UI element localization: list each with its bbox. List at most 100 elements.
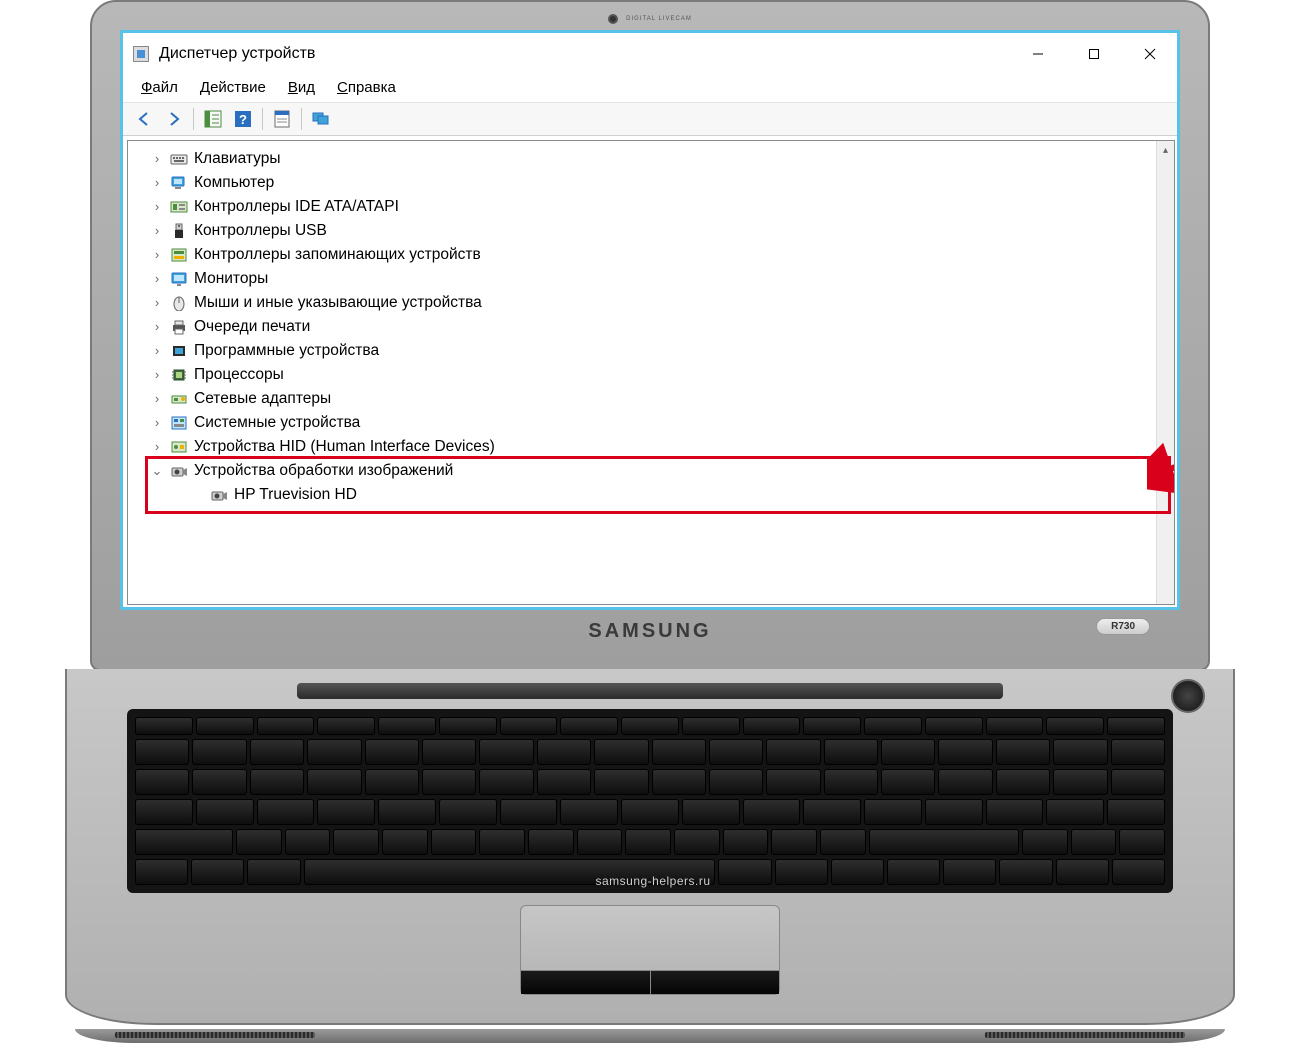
laptop-base — [65, 669, 1235, 1025]
svg-text:?: ? — [239, 112, 247, 127]
laptop-screen: Диспетчер устройств Файл Действие Вид — [120, 30, 1180, 610]
tree-node-label: Устройства HID (Human Interface Devices) — [194, 435, 495, 459]
tree-node-label: Сетевые адаптеры — [194, 387, 331, 411]
cpu-icon — [170, 367, 188, 383]
laptop-keyboard — [127, 709, 1173, 893]
tree-node-label: Компьютер — [194, 171, 274, 195]
chevron-right-icon[interactable]: › — [150, 437, 164, 457]
monitor-icon — [170, 271, 188, 287]
webcam-camera-icon — [608, 14, 618, 24]
chevron-right-icon[interactable]: › — [150, 389, 164, 409]
network-icon — [170, 391, 188, 407]
chevron-right-icon[interactable]: › — [150, 221, 164, 241]
mouse-icon — [170, 295, 188, 311]
hid-icon — [170, 439, 188, 455]
chevron-down-icon[interactable]: ⌄ — [150, 461, 164, 481]
tree-node[interactable]: › Системные устройства — [150, 411, 1156, 435]
chevron-right-icon[interactable]: › — [150, 293, 164, 313]
tree-node-label: Очереди печати — [194, 315, 310, 339]
camera-icon — [170, 463, 188, 479]
tree-node[interactable]: › Контроллеры USB — [150, 219, 1156, 243]
tree-node-label: Контроллеры IDE ATA/ATAPI — [194, 195, 399, 219]
tree-node[interactable]: ⌄ Устройства обработки изображений — [150, 459, 1156, 483]
window-title: Диспетчер устройств — [159, 45, 1005, 63]
chevron-right-icon[interactable]: › — [150, 149, 164, 169]
chevron-right-icon[interactable]: › — [150, 173, 164, 193]
device-manager-icon — [133, 46, 149, 62]
tree-node[interactable]: › Очереди печати — [150, 315, 1156, 339]
laptop-front-edge — [75, 1029, 1225, 1043]
tree-node-label: Системные устройства — [194, 411, 360, 435]
system-icon — [170, 415, 188, 431]
laptop-model-badge: R730 — [1096, 618, 1150, 635]
titlebar[interactable]: Диспетчер устройств — [123, 33, 1177, 75]
tree-node[interactable]: ›Программные устройства — [150, 339, 1156, 363]
menu-view[interactable]: Вид — [278, 77, 325, 98]
chevron-right-icon[interactable]: › — [150, 317, 164, 337]
toolbar: ? — [123, 102, 1177, 136]
tree-node-label: Устройства обработки изображений — [194, 459, 453, 483]
webcam-label: DIGITAL LIVECAM — [626, 16, 692, 22]
tree-node-label: Мониторы — [194, 267, 268, 291]
toolbar-monitors-button[interactable] — [307, 106, 335, 132]
device-tree[interactable]: › Клавиатуры › Компьютер › Контроллеры IDE AT… — [128, 141, 1156, 604]
storage-icon — [170, 247, 188, 263]
tree-node[interactable]: › Контроллеры IDE ATA/ATAPI — [150, 195, 1156, 219]
tree-node-label: Контроллеры USB — [194, 219, 327, 243]
tree-node[interactable]: › Процессоры — [150, 363, 1156, 387]
scrollbar-vertical[interactable]: ▴ — [1156, 141, 1174, 604]
keyboard-icon — [170, 151, 188, 167]
toolbar-help-button[interactable]: ? — [229, 106, 257, 132]
computer-icon — [170, 175, 188, 191]
tree-node[interactable]: › Мыши и иные указывающие устройства — [150, 291, 1156, 315]
toolbar-separator — [193, 108, 194, 130]
tree-node[interactable]: › Компьютер — [150, 171, 1156, 195]
tree-node[interactable]: › Устройства HID (Human Interface Devices… — [150, 435, 1156, 459]
menubar: Файл Действие Вид Справка — [123, 75, 1177, 102]
chevron-right-icon[interactable]: › — [150, 245, 164, 265]
laptop-touchpad — [520, 905, 780, 995]
tree-node-label: Клавиатуры — [194, 147, 280, 171]
laptop-brand-bar: SAMSUNG R730 — [120, 610, 1180, 649]
laptop-lid: DIGITAL LIVECAM Диспетчер устройств — [90, 0, 1210, 671]
hinge-strip — [297, 683, 1003, 699]
tree-node-label: Мыши и иные указывающие устройства — [194, 291, 482, 315]
chevron-right-icon[interactable]: › — [150, 269, 164, 289]
tree-node[interactable]: › Сетевые адаптеры — [150, 387, 1156, 411]
device-manager-window: Диспетчер устройств Файл Действие Вид — [123, 33, 1177, 607]
speaker-grille-right — [985, 1032, 1185, 1038]
toolbar-forward-button[interactable] — [160, 106, 188, 132]
minimize-button[interactable] — [1015, 40, 1061, 68]
speaker-grille-left — [115, 1032, 315, 1038]
chevron-right-icon[interactable]: › — [150, 365, 164, 385]
tree-node[interactable]: › Клавиатуры — [150, 147, 1156, 171]
printer-icon — [170, 319, 188, 335]
toolbar-back-button[interactable] — [130, 106, 158, 132]
tree-node[interactable]: ›Контроллеры запоминающих устройств — [150, 243, 1156, 267]
firmware-icon — [170, 343, 188, 359]
toolbar-properties-button[interactable] — [268, 106, 296, 132]
menu-help[interactable]: Справка — [327, 77, 406, 98]
toolbar-separator — [262, 108, 263, 130]
tree-node-label: HP Truevision HD — [234, 483, 357, 507]
toolbar-separator — [301, 108, 302, 130]
webcam-bar: DIGITAL LIVECAM — [92, 10, 1208, 28]
usb-icon — [170, 223, 188, 239]
tree-child-node[interactable]: HP Truevision HD — [190, 483, 1156, 507]
device-tree-panel: › Клавиатуры › Компьютер › Контроллеры IDE AT… — [127, 140, 1175, 605]
maximize-button[interactable] — [1071, 40, 1117, 68]
chevron-right-icon[interactable]: › — [150, 413, 164, 433]
watermark-text: samsung-helpers.ru — [0, 874, 1306, 888]
menu-file[interactable]: Файл — [131, 77, 188, 98]
laptop-brand: SAMSUNG — [588, 620, 711, 643]
chevron-right-icon[interactable]: › — [150, 197, 164, 217]
power-button-icon — [1171, 679, 1205, 713]
tree-node-label: Процессоры — [194, 363, 284, 387]
close-button[interactable] — [1127, 40, 1173, 68]
scroll-up-icon[interactable]: ▴ — [1157, 141, 1174, 159]
tree-node[interactable]: › Мониторы — [150, 267, 1156, 291]
camera-icon — [210, 487, 228, 503]
menu-action[interactable]: Действие — [190, 77, 276, 98]
chevron-right-icon[interactable]: › — [150, 341, 164, 361]
toolbar-tree-button[interactable] — [199, 106, 227, 132]
